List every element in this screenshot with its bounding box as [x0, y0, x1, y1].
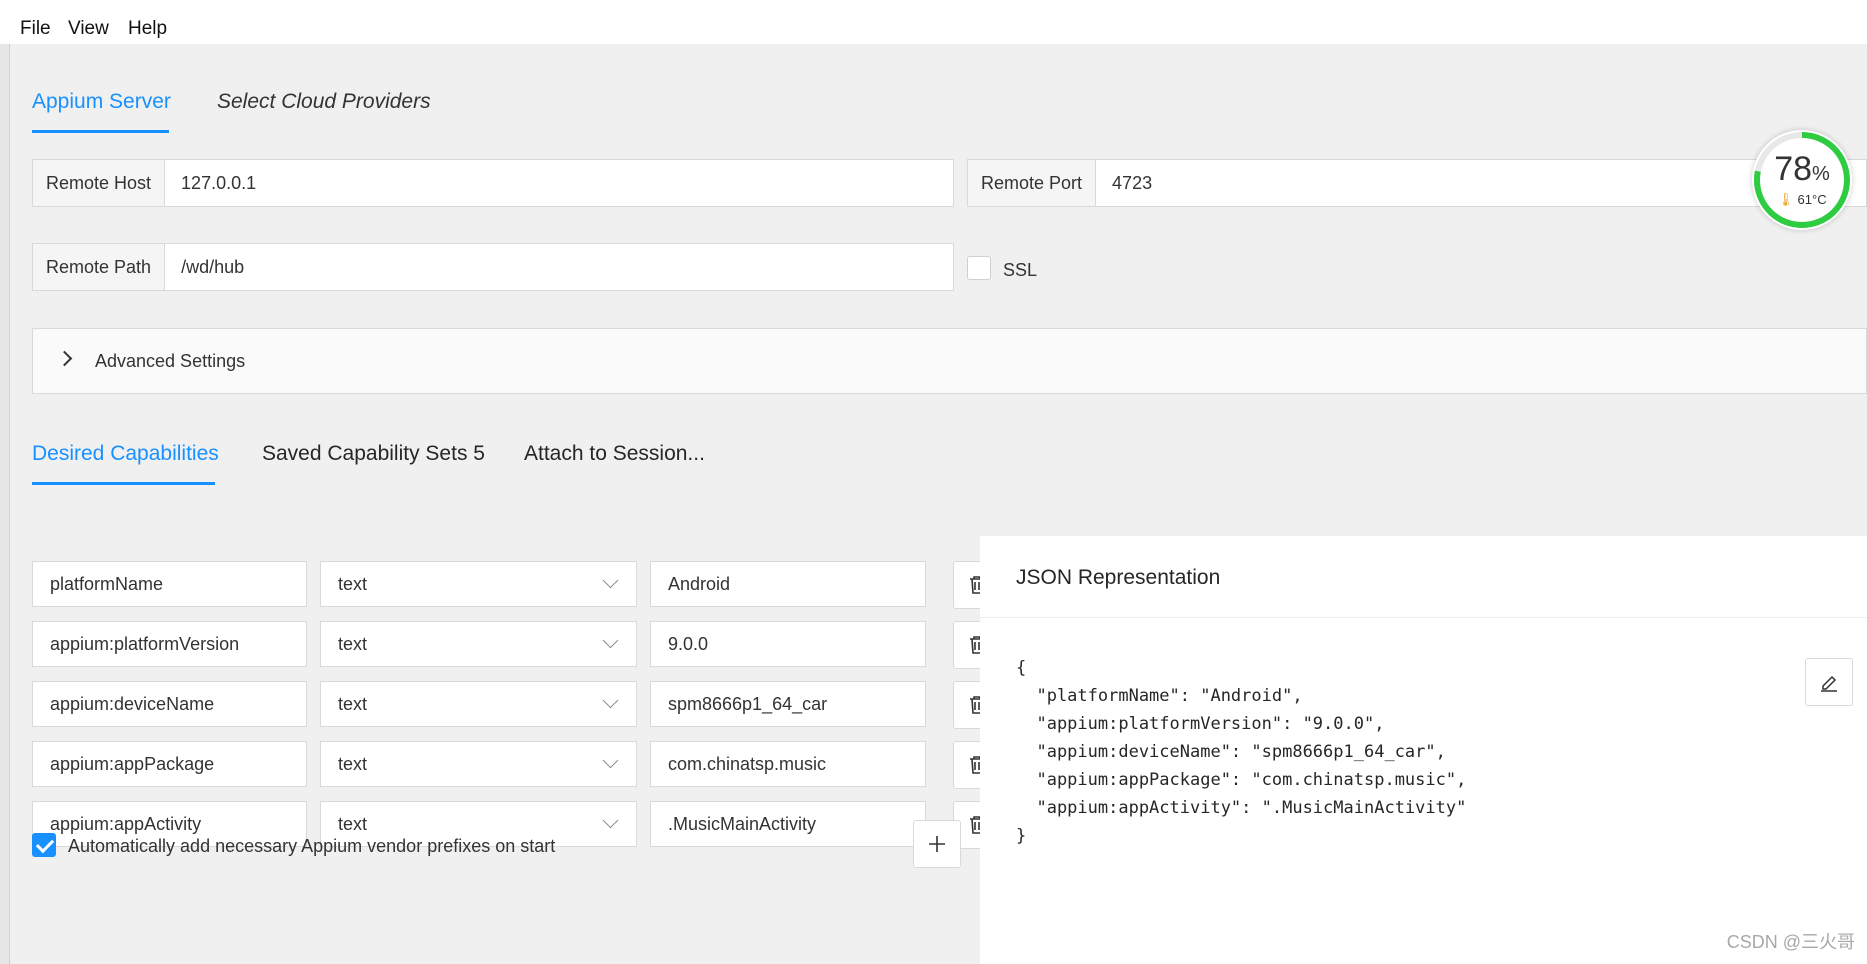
thermometer-icon: 🌡 — [1777, 192, 1794, 207]
gauge-percent: 78% — [1774, 150, 1830, 188]
chevron-down-icon — [602, 752, 619, 769]
remote-port-input[interactable]: 4723 — [1096, 160, 1866, 206]
remote-host-field[interactable]: Remote Host 127.0.0.1 — [32, 159, 954, 207]
capability-name-input[interactable]: appium:deviceName — [32, 681, 307, 727]
auto-prefix-label: Automatically add necessary Appium vendo… — [68, 836, 556, 856]
ssl-label: SSL — [1003, 260, 1038, 280]
capability-type-select[interactable]: text — [320, 621, 637, 667]
tab-saved-capability-sets[interactable]: Saved Capability Sets 5 — [262, 442, 485, 466]
capability-name-input[interactable]: appium:platformVersion — [32, 621, 307, 667]
tab-attach-to-session[interactable]: Attach to Session... — [524, 442, 705, 466]
capability-value-input[interactable]: 9.0.0 — [650, 621, 926, 667]
chevron-down-icon — [602, 692, 619, 709]
ssl-checkbox[interactable] — [967, 256, 991, 280]
capability-name-input[interactable]: appium:appPackage — [32, 741, 307, 787]
edit-icon — [1821, 675, 1837, 692]
json-panel-header: JSON Representation — [980, 536, 1867, 618]
tab-appium-server[interactable]: Appium Server — [32, 90, 171, 114]
remote-path-field[interactable]: Remote Path /wd/hub — [32, 243, 954, 291]
remote-path-label: Remote Path — [33, 244, 166, 290]
tab-cloud-providers[interactable]: Select Cloud Providers — [217, 90, 431, 114]
capability-type-select[interactable]: text — [320, 561, 637, 607]
remote-path-input[interactable]: /wd/hub — [165, 244, 953, 290]
json-panel-title: JSON Representation — [1016, 566, 1221, 589]
json-code-block: { "platformName": "Android", "appium:pla… — [1016, 658, 1467, 846]
chevron-down-icon — [602, 632, 619, 649]
capability-value-input[interactable]: com.chinatsp.music — [650, 741, 926, 787]
advanced-settings-panel[interactable]: Advanced Settings — [32, 328, 1867, 394]
system-usage-gauge: 78% 🌡 61°C — [1752, 130, 1852, 230]
capability-type-value: text — [338, 693, 368, 714]
menu-file[interactable]: File — [20, 18, 51, 40]
window-left-edge — [0, 0, 10, 964]
watermark: CSDN @三火哥 — [1726, 932, 1855, 952]
capability-type-value: text — [338, 573, 368, 594]
menu-bar: File View Help — [0, 0, 1867, 44]
json-representation-panel: JSON Representation { "platformName": "A… — [980, 536, 1867, 964]
remote-host-label: Remote Host — [33, 160, 166, 206]
auto-prefix-checkbox[interactable] — [32, 833, 56, 857]
add-capability-button[interactable] — [913, 820, 961, 868]
capability-value-input[interactable]: spm8666p1_64_car — [650, 681, 926, 727]
tab-active-indicator — [32, 482, 215, 485]
capability-type-select[interactable]: text — [320, 741, 637, 787]
edit-json-button[interactable] — [1805, 658, 1853, 706]
gauge-temperature: 🌡 61°C — [1777, 192, 1827, 207]
chevron-down-icon — [602, 812, 619, 829]
tab-active-indicator — [32, 130, 169, 133]
capability-type-select[interactable]: text — [320, 681, 637, 727]
capability-type-value: text — [338, 633, 368, 654]
tab-desired-capabilities[interactable]: Desired Capabilities — [32, 442, 219, 466]
capability-type-value: text — [338, 813, 368, 834]
menu-help[interactable]: Help — [128, 18, 167, 40]
capability-value-input[interactable]: .MusicMainActivity — [650, 801, 926, 847]
capability-name-input[interactable]: platformName — [32, 561, 307, 607]
capability-type-value: text — [338, 753, 368, 774]
remote-port-field[interactable]: Remote Port 4723 — [967, 159, 1867, 207]
capability-value-input[interactable]: Android — [650, 561, 926, 607]
chevron-right-icon — [56, 350, 73, 367]
menu-view[interactable]: View — [68, 18, 109, 40]
chevron-down-icon — [602, 572, 619, 589]
plus-icon — [929, 836, 945, 852]
advanced-settings-label: Advanced Settings — [95, 351, 246, 371]
remote-port-label: Remote Port — [968, 160, 1097, 206]
remote-host-input[interactable]: 127.0.0.1 — [165, 160, 953, 206]
